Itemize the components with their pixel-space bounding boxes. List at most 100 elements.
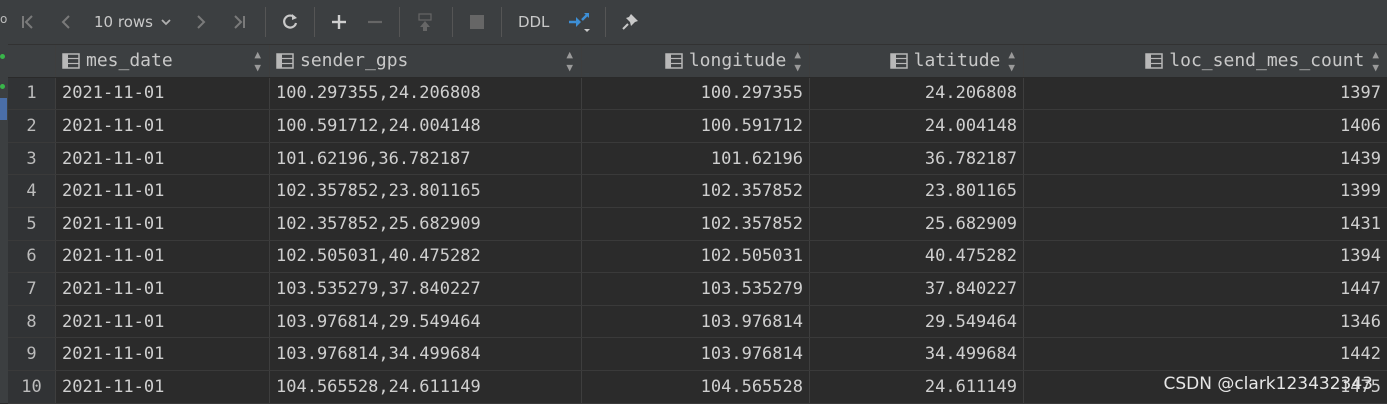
cell-longitude[interactable]: 102.505031 xyxy=(582,240,810,273)
chevron-down-icon xyxy=(161,19,171,26)
cell-mes-date[interactable]: 2021-11-01 xyxy=(56,240,270,273)
refresh-button[interactable] xyxy=(272,0,308,44)
cell-longitude[interactable]: 104.565528 xyxy=(582,370,810,403)
column-header-longitude[interactable]: longitude ▲ ▼ xyxy=(582,45,810,77)
cell-mes-date[interactable]: 2021-11-01 xyxy=(56,273,270,305)
cell-latitude[interactable]: 24.004148 xyxy=(810,110,1024,142)
next-page-button[interactable] xyxy=(183,0,219,44)
cell-mes-date[interactable]: 2021-11-01 xyxy=(56,110,270,142)
first-page-button[interactable] xyxy=(8,0,48,44)
cell-mes-date[interactable]: 2021-11-01 xyxy=(56,175,270,207)
cell-longitude[interactable]: 103.976814 xyxy=(582,305,810,338)
cell-longitude[interactable]: 100.591712 xyxy=(582,110,810,142)
column-header-loc-send-mes-count[interactable]: loc_send_mes_count ▲ ▼ xyxy=(1024,45,1387,77)
table-row[interactable]: 3 2021-11-01 101.62196,36.782187 101.621… xyxy=(8,142,1387,176)
cell-sender-gps[interactable]: 103.976814,34.499684 xyxy=(270,338,582,370)
cell-sender-gps[interactable]: 100.591712,24.004148 xyxy=(270,110,582,142)
cell-mes-date[interactable]: 2021-11-01 xyxy=(56,338,270,370)
sort-icon[interactable]: ▲ ▼ xyxy=(1008,48,1015,74)
table-row[interactable]: 8 2021-11-01 103.976814,29.549464 103.97… xyxy=(8,305,1387,339)
column-icon xyxy=(889,53,908,69)
cell-longitude[interactable]: 101.62196 xyxy=(582,142,810,175)
row-number[interactable]: 7 xyxy=(8,273,56,305)
cell-mes-date[interactable]: 2021-11-01 xyxy=(56,77,270,110)
table-row[interactable]: 6 2021-11-01 102.505031,40.475282 102.50… xyxy=(8,240,1387,274)
cell-mes-date[interactable]: 2021-11-01 xyxy=(56,207,270,240)
row-number[interactable]: 6 xyxy=(8,240,56,273)
cell-sender-gps[interactable]: 104.565528,24.611149 xyxy=(270,370,582,403)
pin-tab-button[interactable] xyxy=(612,0,648,44)
cell-latitude[interactable]: 29.549464 xyxy=(810,305,1024,338)
row-number[interactable]: 5 xyxy=(8,207,56,240)
cell-longitude[interactable]: 100.297355 xyxy=(582,77,810,110)
previous-page-button[interactable] xyxy=(48,0,84,44)
cell-latitude[interactable]: 34.499684 xyxy=(810,338,1024,370)
table-row[interactable]: 9 2021-11-01 103.976814,34.499684 103.97… xyxy=(8,338,1387,371)
sort-icon[interactable]: ▲ ▼ xyxy=(794,48,801,74)
cell-latitude[interactable]: 24.611149 xyxy=(810,370,1024,403)
page-size-select[interactable]: 10 rows xyxy=(84,0,183,44)
ddl-button[interactable]: DDL xyxy=(508,0,559,44)
row-number[interactable]: 3 xyxy=(8,142,56,175)
row-number[interactable]: 4 xyxy=(8,175,56,207)
cell-longitude[interactable]: 103.976814 xyxy=(582,338,810,370)
cell-longitude[interactable]: 102.357852 xyxy=(582,175,810,207)
add-row-button[interactable] xyxy=(321,0,357,44)
gutter-green-marker xyxy=(0,54,5,59)
column-header-sender-gps[interactable]: sender_gps ▲ ▼ xyxy=(270,45,582,77)
row-number[interactable]: 10 xyxy=(8,370,56,403)
cell-mes-date[interactable]: 2021-11-01 xyxy=(56,370,270,403)
cell-sender-gps[interactable]: 102.357852,23.801165 xyxy=(270,175,582,207)
row-number[interactable]: 2 xyxy=(8,110,56,142)
cell-loc-send-mes-count[interactable]: 1346 xyxy=(1024,306,1387,338)
row-number-header[interactable] xyxy=(8,45,56,77)
last-page-button[interactable] xyxy=(219,0,259,44)
column-icon xyxy=(276,53,294,69)
sort-icon[interactable]: ▲ ▼ xyxy=(566,48,573,74)
refresh-icon xyxy=(283,14,298,29)
cell-latitude[interactable]: 24.206808 xyxy=(810,77,1024,110)
cell-loc-send-mes-count[interactable]: 1439 xyxy=(1024,143,1387,175)
cell-longitude[interactable]: 103.535279 xyxy=(582,273,810,305)
compare-button[interactable] xyxy=(559,0,599,44)
cell-loc-send-mes-count[interactable]: 1399 xyxy=(1024,175,1387,207)
cell-latitude[interactable]: 40.475282 xyxy=(810,240,1024,273)
cell-loc-send-mes-count[interactable]: 1442 xyxy=(1024,338,1387,370)
row-number[interactable]: 1 xyxy=(8,77,56,110)
gutter-letter: o xyxy=(0,12,8,26)
table-row[interactable]: 7 2021-11-01 103.535279,37.840227 103.53… xyxy=(8,273,1387,306)
cell-mes-date[interactable]: 2021-11-01 xyxy=(56,305,270,338)
cell-latitude[interactable]: 36.782187 xyxy=(810,142,1024,175)
cell-loc-send-mes-count[interactable]: 1394 xyxy=(1024,241,1387,273)
cell-sender-gps[interactable]: 103.976814,29.549464 xyxy=(270,305,582,338)
cell-loc-send-mes-count[interactable]: 1447 xyxy=(1024,273,1387,305)
cell-loc-send-mes-count[interactable]: 1406 xyxy=(1024,110,1387,142)
column-header-latitude[interactable]: latitude ▲ ▼ xyxy=(810,45,1024,77)
cell-sender-gps[interactable]: 103.535279,37.840227 xyxy=(270,273,582,305)
column-header-label: loc_send_mes_count xyxy=(1169,50,1365,72)
table-row[interactable]: 4 2021-11-01 102.357852,23.801165 102.35… xyxy=(8,175,1387,208)
column-header-mes-date[interactable]: mes_date ▲ ▼ xyxy=(56,45,270,77)
row-number[interactable]: 9 xyxy=(8,338,56,370)
cell-mes-date[interactable]: 2021-11-01 xyxy=(56,142,270,175)
stop-button[interactable] xyxy=(459,0,495,44)
sort-icon[interactable]: ▲ ▼ xyxy=(254,48,261,74)
cell-sender-gps[interactable]: 100.297355,24.206808 xyxy=(270,77,582,110)
table-row[interactable]: 1 2021-11-01 100.297355,24.206808 100.29… xyxy=(8,77,1387,111)
delete-row-button[interactable] xyxy=(357,0,393,44)
cell-loc-send-mes-count[interactable]: 1431 xyxy=(1024,208,1387,240)
row-number[interactable]: 8 xyxy=(8,305,56,338)
sort-icon[interactable]: ▲ ▼ xyxy=(1372,48,1379,74)
table-row[interactable]: 2 2021-11-01 100.591712,24.004148 100.59… xyxy=(8,110,1387,143)
cell-sender-gps[interactable]: 102.357852,25.682909 xyxy=(270,207,582,240)
cell-sender-gps[interactable]: 101.62196,36.782187 xyxy=(270,142,582,175)
cell-latitude[interactable]: 23.801165 xyxy=(810,175,1024,207)
cell-latitude[interactable]: 37.840227 xyxy=(810,273,1024,305)
cell-loc-send-mes-count[interactable]: 1397 xyxy=(1024,78,1387,110)
cell-latitude[interactable]: 25.682909 xyxy=(810,207,1024,240)
gutter-selection-marker xyxy=(0,98,7,120)
submit-changes-button[interactable] xyxy=(406,0,446,44)
cell-sender-gps[interactable]: 102.505031,40.475282 xyxy=(270,240,582,273)
table-row[interactable]: 5 2021-11-01 102.357852,25.682909 102.35… xyxy=(8,207,1387,241)
cell-longitude[interactable]: 102.357852 xyxy=(582,207,810,240)
